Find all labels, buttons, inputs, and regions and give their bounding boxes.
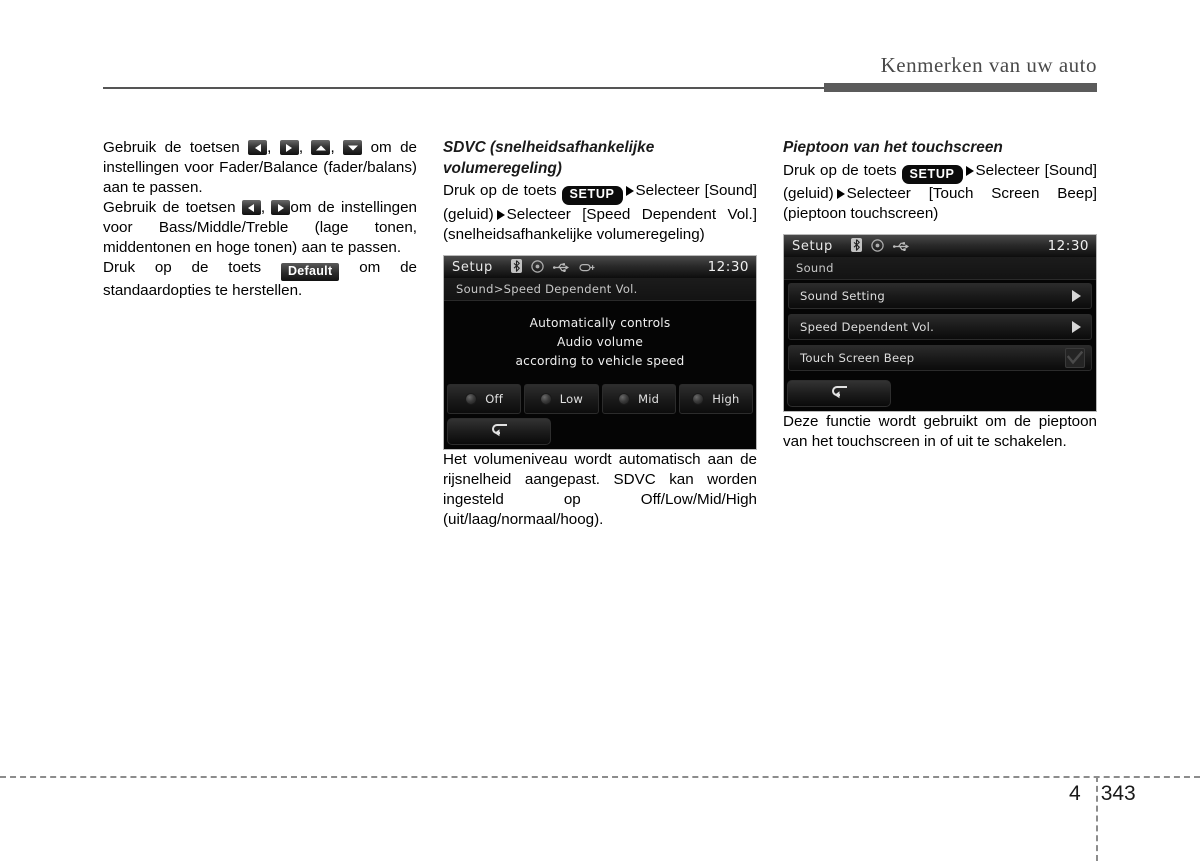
device-body: Automatically controls Audio volume acco… — [444, 301, 756, 449]
arrow-left-key-icon — [248, 140, 268, 155]
back-arrow-icon — [829, 384, 849, 403]
touchscreen-beep-instructions: Druk op de toets SETUP Selecteer [Sound] … — [783, 161, 1097, 225]
usb-icon — [552, 258, 570, 277]
device-breadcrumb: Sound>Speed Dependent Vol. — [444, 278, 756, 302]
device-title-bar: Setup 12:30 — [444, 256, 756, 279]
aux-device-icon — [579, 258, 596, 277]
menu-item-label: Touch Screen Beep — [800, 351, 915, 366]
arrow-right-key-icon — [279, 140, 299, 155]
left-para1-text-a: Gebruik de toetsen — [103, 139, 249, 156]
sdvc-description-line: Automatically controls — [529, 316, 671, 331]
step-arrow-icon — [496, 209, 505, 220]
sdvc-option-label: Off — [485, 391, 503, 406]
left-para2-text-a: Gebruik de toetsen — [103, 199, 242, 217]
step-arrow-icon — [836, 189, 845, 200]
step-arrow-icon — [625, 186, 634, 197]
device-body: Sound Setting Speed Dependent Vol. Touch… — [784, 280, 1096, 412]
sdvc-description-line: according to vehicle speed — [515, 353, 685, 368]
footer-dashed-horizontal-rule — [0, 776, 1200, 778]
setup-key-chip: SETUP — [901, 165, 963, 185]
sound-menu-list: Sound Setting Speed Dependent Vol. Touch… — [784, 280, 1096, 372]
arrow-right-key-icon — [271, 200, 291, 216]
left-paragraph-1: Gebruik de toetsen , , , om de instellin… — [103, 138, 417, 198]
left-para1-text-c: , — [298, 139, 312, 156]
right-column: Pieptoon van het touchscreen Druk op de … — [783, 138, 1097, 453]
header-thin-rule — [103, 87, 825, 89]
back-button[interactable] — [447, 417, 551, 445]
header-thick-bar — [824, 83, 1097, 92]
sdvc-instr-a: Druk op de toets — [443, 182, 562, 200]
sdvc-option-row: Off Low Mid High — [444, 383, 756, 414]
bluetooth-icon — [510, 258, 522, 277]
device-status-icons — [510, 258, 708, 277]
device-breadcrumb: Sound — [784, 257, 1096, 281]
bluetooth-icon — [850, 237, 862, 256]
radio-dot-icon — [465, 392, 478, 405]
setup-key-chip: SETUP — [561, 185, 623, 205]
touchscreen-beep-caption: Deze functie wordt gebruikt om de piepto… — [783, 413, 1097, 451]
menu-item-speed-dependent-vol[interactable]: Speed Dependent Vol. — [788, 314, 1092, 341]
arrow-up-key-icon — [311, 140, 331, 155]
sdvc-instructions: Druk op de toets SETUP Selecteer [Sound] … — [443, 181, 757, 245]
menu-item-label: Sound Setting — [800, 289, 885, 304]
device-clock: 12:30 — [707, 259, 749, 276]
step-arrow-icon — [965, 165, 974, 176]
sdvc-option-label: Mid — [638, 391, 660, 406]
sdvc-heading: SDVC (snelheidsafhankelijke volumeregeli… — [443, 139, 655, 177]
touchscreen-beep-heading: Pieptoon van het touchscreen — [783, 139, 1003, 156]
device-back-row — [444, 414, 756, 449]
chevron-right-icon — [1072, 290, 1081, 303]
left-paragraph-3: Druk op de toets Default om de standaard… — [103, 258, 417, 301]
sdvc-option-label: High — [712, 391, 740, 406]
radio-dot-icon — [539, 392, 552, 405]
sdvc-option-high[interactable]: High — [678, 383, 753, 414]
menu-item-touch-screen-beep[interactable]: Touch Screen Beep — [788, 345, 1092, 372]
sdvc-option-label: Low — [559, 391, 583, 406]
disc-icon — [531, 258, 544, 277]
sdvc-caption: Het volumeniveau wordt automatisch aan d… — [443, 450, 757, 528]
middle-column: SDVC (snelheidsafhankelijke volumeregeli… — [443, 138, 757, 530]
arrow-down-key-icon — [343, 140, 363, 155]
sdvc-option-off[interactable]: Off — [447, 383, 522, 414]
page-title: Kenmerken van uw auto — [880, 53, 1097, 77]
chapter-number: 4 — [1069, 782, 1081, 805]
radio-dot-icon — [618, 392, 631, 405]
left-para2-text-b: , — [260, 199, 272, 217]
sdvc-screenshot: Setup 12:30 Sound>Speed Dependent Vol. A… — [443, 255, 757, 450]
device-status-icons — [850, 237, 1048, 256]
page-number-value: 343 — [1100, 782, 1136, 805]
back-button[interactable] — [787, 380, 891, 408]
sound-menu-screenshot: Setup 12:30 Sound Sound Setting Speed De… — [783, 234, 1097, 413]
touch-screen-beep-checkbox[interactable] — [1065, 348, 1085, 369]
device-title: Setup — [452, 259, 493, 275]
chevron-right-icon — [1072, 321, 1081, 334]
page-number: 4 343 — [1069, 782, 1136, 806]
device-title-bar: Setup 12:30 — [784, 235, 1096, 258]
beep-instr-a: Druk op de toets — [783, 161, 902, 179]
sdvc-description-line: Audio volume — [556, 334, 644, 349]
page-header: Kenmerken van uw auto — [0, 0, 1200, 110]
device-clock: 12:30 — [1047, 238, 1089, 255]
sdvc-option-mid[interactable]: Mid — [601, 383, 676, 414]
default-key-chip: Default — [280, 263, 340, 282]
checkmark-icon — [1067, 351, 1083, 365]
sdvc-description: Automatically controls Audio volume acco… — [444, 301, 756, 384]
left-column: Gebruik de toetsen , , , om de instellin… — [103, 138, 417, 301]
left-para3-text-a: Druk op de toets — [103, 259, 281, 277]
arrow-left-key-icon — [241, 200, 261, 216]
device-title: Setup — [792, 238, 833, 254]
left-para1-text-d: , — [330, 139, 344, 156]
menu-item-sound-setting[interactable]: Sound Setting — [788, 283, 1092, 310]
device-back-row — [784, 376, 1096, 411]
sdvc-option-low[interactable]: Low — [524, 383, 599, 414]
disc-icon — [871, 237, 884, 256]
back-arrow-icon — [489, 422, 509, 441]
usb-icon — [892, 237, 910, 256]
left-paragraph-2: Gebruik de toetsen , om de instellingen … — [103, 198, 417, 258]
left-para1-text-b: , — [267, 139, 280, 156]
menu-item-label: Speed Dependent Vol. — [800, 320, 935, 335]
radio-dot-icon — [692, 392, 705, 405]
